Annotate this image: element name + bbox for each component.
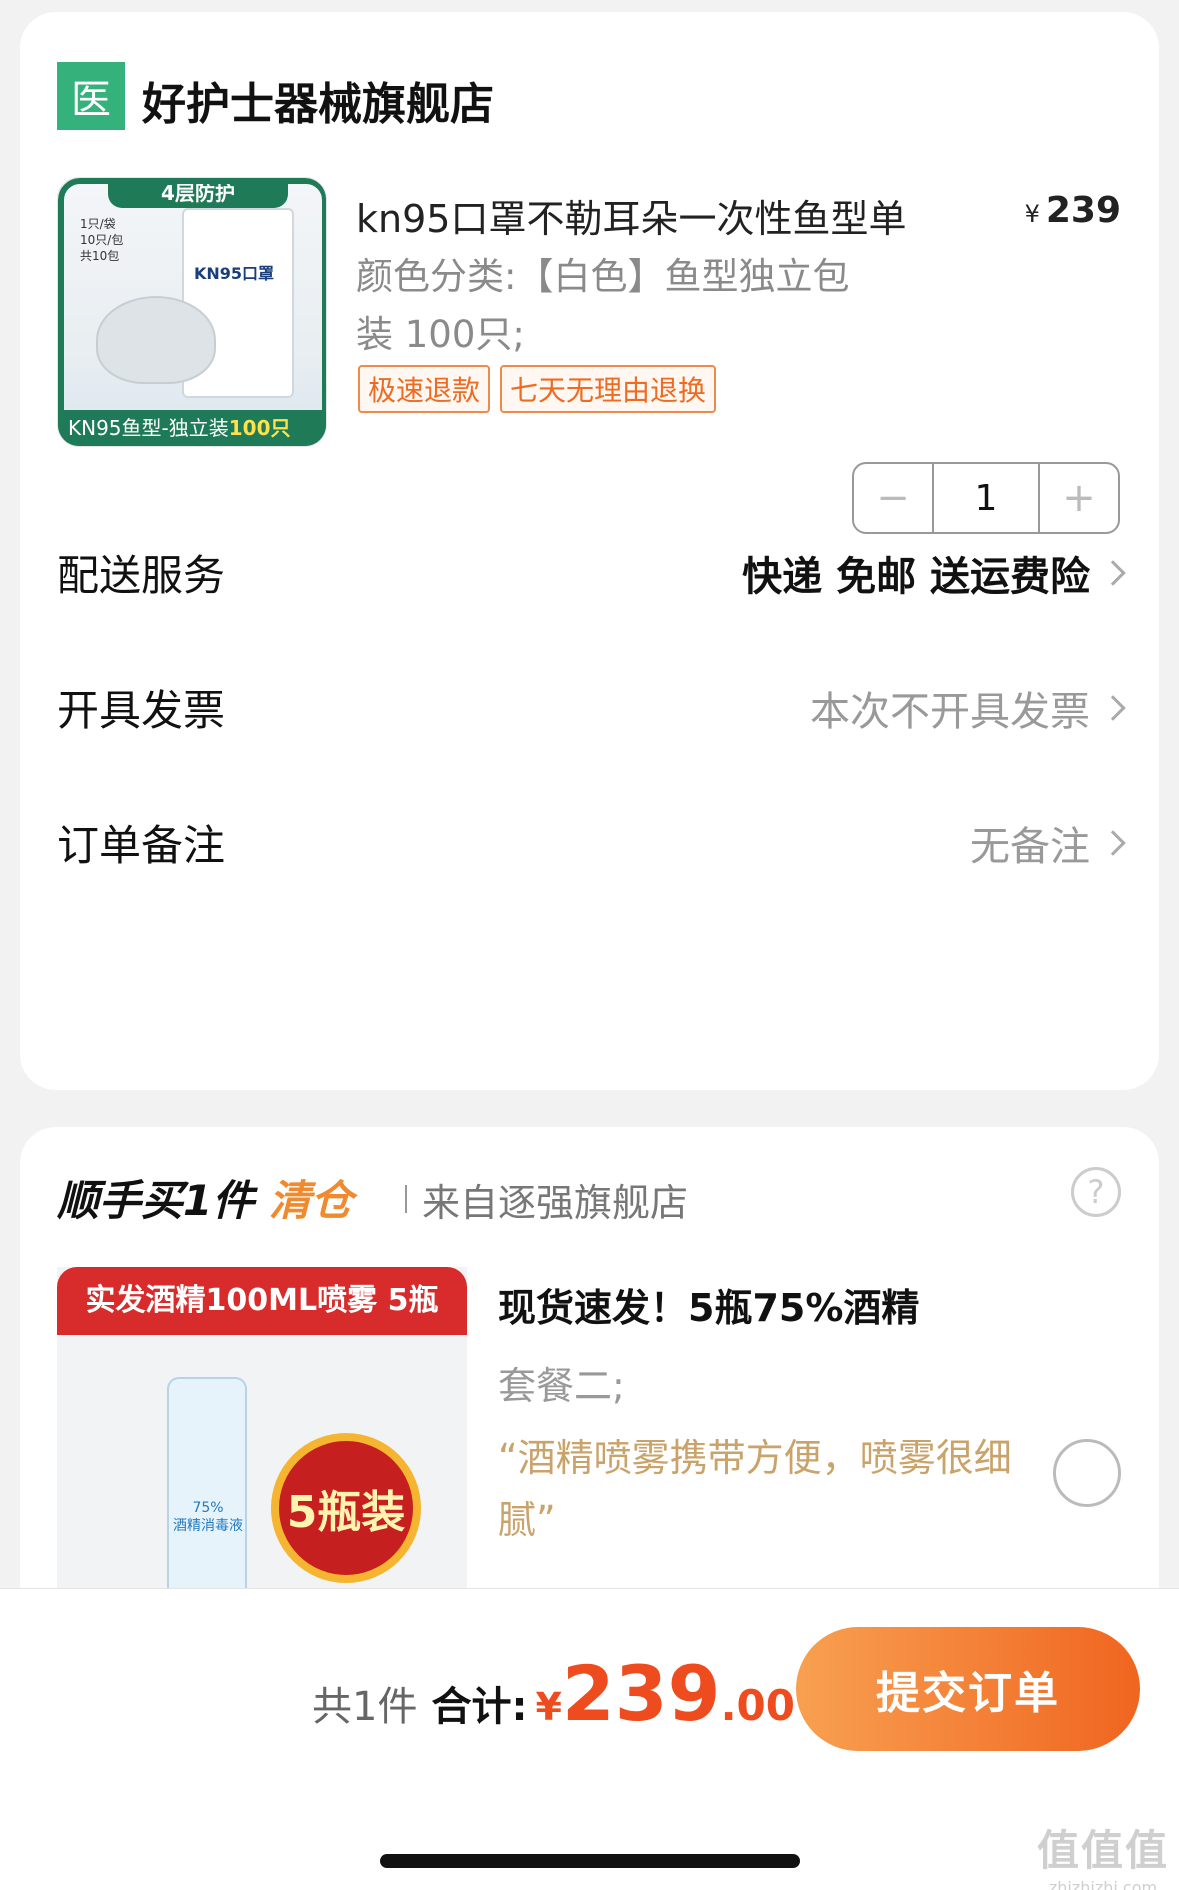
order-note-value: 无备注 [970, 814, 1126, 872]
item-count: 共1件 [312, 1684, 418, 1730]
bottle-label: 75% 酒精消毒液 [173, 1500, 243, 1534]
home-indicator[interactable] [380, 1854, 800, 1868]
delivery-service-value: 快递 免邮 送运费险 [742, 544, 1126, 602]
store-medical-icon: 医 [57, 62, 125, 130]
addon-title-highlight: 清仓 [268, 1176, 353, 1225]
order-note-label: 订单备注 [57, 821, 226, 870]
total-currency: ¥ [535, 1685, 562, 1729]
addon-product-review: “酒精喷雾携带方便，喷雾很细腻” [498, 1436, 1012, 1542]
order-total: 共1件 合计: ¥ 239 .00 [312, 1649, 795, 1738]
order-note-row[interactable]: 订单备注 无备注 [57, 812, 1126, 873]
addon-source-store[interactable]: 来自逐强旗舰店 [422, 1172, 688, 1227]
addon-title: 顺手买1件 清仓 [57, 1167, 353, 1228]
product-image[interactable]: 1只/袋 10只/包 共10包 KN95口罩 4层防护 KN95鱼型-独立装10… [57, 177, 327, 447]
watermark-logo: 值值值 [1036, 1826, 1169, 1875]
addon-title-text: 顺手买1件 [57, 1176, 255, 1225]
tag-seven-day-return: 七天无理由退换 [500, 365, 717, 413]
addon-product-spec: 套餐二; [498, 1364, 625, 1408]
total-price-decimal: .00 [720, 1681, 795, 1730]
submit-order-button[interactable]: 提交订单 [796, 1627, 1140, 1751]
five-bottle-badge: 5瓶装 [271, 1433, 421, 1583]
invoice-value: 本次不开具发票 [810, 679, 1126, 737]
delivery-service-row[interactable]: 配送服务 快递 免邮 送运费险 [57, 542, 1126, 603]
addon-image-banner: 实发酒精100ML喷雾 5瓶 [57, 1267, 467, 1335]
product-price-value: 239 [1045, 190, 1121, 231]
service-tags: 极速退款 七天无理由退换 [358, 365, 717, 413]
watermark: 值值值 zhizhizhi.com [1037, 1817, 1169, 1890]
addon-divider [405, 1185, 407, 1213]
watermark-url: zhizhizhi.com [1048, 1878, 1158, 1890]
total-label: 合计: [431, 1684, 528, 1730]
invoice-text: 本次不开具发票 [810, 688, 1090, 735]
checkout-bar: 共1件 合计: ¥ 239 .00 提交订单 值值值 zhizhizhi.com [0, 1588, 1179, 1890]
total-price-integer: 239 [561, 1649, 721, 1738]
store-name[interactable]: 好护士器械旗舰店 [142, 68, 494, 132]
invoice-row[interactable]: 开具发票 本次不开具发票 [57, 677, 1126, 738]
addon-select-radio[interactable] [1053, 1439, 1121, 1507]
delivery-service-label: 配送服务 [57, 551, 226, 600]
help-icon[interactable]: ? [1071, 1167, 1121, 1217]
chevron-right-icon [1100, 829, 1126, 856]
order-card: 医 好护士器械旗舰店 1只/袋 10只/包 共10包 KN95口罩 4层防护 K… [20, 12, 1159, 1090]
tag-fast-refund: 极速退款 [358, 365, 491, 413]
product-price-currency: ¥ [1024, 200, 1040, 228]
quantity-stepper: − 1 + [852, 462, 1120, 534]
product-price: ¥239 [1025, 190, 1121, 231]
order-note-text: 无备注 [970, 823, 1090, 870]
increase-quantity-button[interactable]: + [1040, 464, 1118, 532]
product-spec[interactable]: 颜色分类:【白色】鱼型独立包装 100只; [356, 248, 876, 364]
delivery-service-text: 快递 免邮 送运费险 [742, 553, 1090, 600]
product-title[interactable]: kn95口罩不勒耳朵一次性鱼型单 [356, 188, 906, 243]
addon-product-name[interactable]: 现货速发！5瓶75%酒精 [498, 1277, 919, 1332]
product-image-frame [58, 178, 326, 446]
chevron-right-icon [1100, 559, 1126, 586]
invoice-label: 开具发票 [57, 686, 226, 735]
decrease-quantity-button[interactable]: − [854, 464, 932, 532]
chevron-right-icon [1100, 694, 1126, 721]
quantity-input[interactable]: 1 [932, 464, 1040, 532]
